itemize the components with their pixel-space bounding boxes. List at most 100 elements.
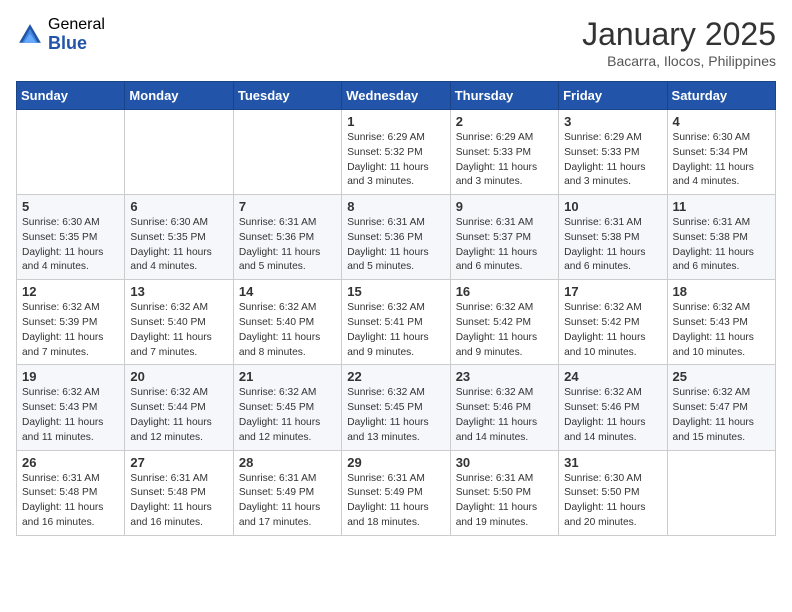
month-title: January 2025: [582, 16, 776, 53]
weekday-header: Tuesday: [233, 82, 341, 110]
calendar-cell: 15 Sunrise: 6:32 AM Sunset: 5:41 PM Dayli…: [342, 280, 450, 365]
weekday-header-row: SundayMondayTuesdayWednesdayThursdayFrid…: [17, 82, 776, 110]
calendar-cell: 26 Sunrise: 6:31 AM Sunset: 5:48 PM Dayli…: [17, 450, 125, 535]
day-info: Sunrise: 6:30 AM Sunset: 5:50 PM Dayligh…: [564, 472, 661, 531]
calendar-cell: 12 Sunrise: 6:32 AM Sunset: 5:39 PM Dayli…: [17, 280, 125, 365]
day-number: 6: [130, 199, 227, 214]
weekday-header: Friday: [559, 82, 667, 110]
day-info: Sunrise: 6:32 AM Sunset: 5:43 PM Dayligh…: [22, 386, 119, 445]
day-number: 28: [239, 455, 336, 470]
calendar-cell: 16 Sunrise: 6:32 AM Sunset: 5:42 PM Dayli…: [450, 280, 558, 365]
day-info: Sunrise: 6:32 AM Sunset: 5:43 PM Dayligh…: [673, 301, 770, 360]
weekday-header: Sunday: [17, 82, 125, 110]
day-info: Sunrise: 6:30 AM Sunset: 5:34 PM Dayligh…: [673, 131, 770, 190]
day-number: 3: [564, 114, 661, 129]
day-info: Sunrise: 6:31 AM Sunset: 5:38 PM Dayligh…: [564, 216, 661, 275]
day-number: 14: [239, 284, 336, 299]
calendar-cell: 20Sunrise: 6:32 AM Sunset: 5:44 PM Dayli…: [125, 365, 233, 450]
day-number: 19: [22, 369, 119, 384]
calendar-week-row: 5 Sunrise: 6:30 AM Sunset: 5:35 PM Daylig…: [17, 195, 776, 280]
calendar-cell: 13Sunrise: 6:32 AM Sunset: 5:40 PM Dayli…: [125, 280, 233, 365]
logo-general: General: [48, 16, 105, 34]
weekday-header: Saturday: [667, 82, 775, 110]
calendar-cell: 29 Sunrise: 6:31 AM Sunset: 5:49 PM Dayli…: [342, 450, 450, 535]
calendar-cell: 8Sunrise: 6:31 AM Sunset: 5:36 PM Daylig…: [342, 195, 450, 280]
day-number: 26: [22, 455, 119, 470]
day-number: 18: [673, 284, 770, 299]
day-info: Sunrise: 6:32 AM Sunset: 5:40 PM Dayligh…: [130, 301, 227, 360]
day-info: Sunrise: 6:31 AM Sunset: 5:38 PM Dayligh…: [673, 216, 770, 275]
day-info: Sunrise: 6:29 AM Sunset: 5:33 PM Dayligh…: [456, 131, 553, 190]
day-info: Sunrise: 6:32 AM Sunset: 5:40 PM Dayligh…: [239, 301, 336, 360]
day-info: Sunrise: 6:32 AM Sunset: 5:46 PM Dayligh…: [564, 386, 661, 445]
calendar-week-row: 26 Sunrise: 6:31 AM Sunset: 5:48 PM Dayli…: [17, 450, 776, 535]
calendar-cell: 31 Sunrise: 6:30 AM Sunset: 5:50 PM Dayli…: [559, 450, 667, 535]
day-number: 30: [456, 455, 553, 470]
day-info: Sunrise: 6:31 AM Sunset: 5:48 PM Dayligh…: [130, 472, 227, 531]
day-info: Sunrise: 6:31 AM Sunset: 5:49 PM Dayligh…: [347, 472, 444, 531]
calendar-cell: 23 Sunrise: 6:32 AM Sunset: 5:46 PM Dayli…: [450, 365, 558, 450]
calendar-cell: 3 Sunrise: 6:29 AM Sunset: 5:33 PM Daylig…: [559, 110, 667, 195]
calendar-week-row: 12 Sunrise: 6:32 AM Sunset: 5:39 PM Dayli…: [17, 280, 776, 365]
calendar-cell: 19 Sunrise: 6:32 AM Sunset: 5:43 PM Dayli…: [17, 365, 125, 450]
day-number: 22: [347, 369, 444, 384]
calendar-cell: 21 Sunrise: 6:32 AM Sunset: 5:45 PM Dayli…: [233, 365, 341, 450]
location: Bacarra, Ilocos, Philippines: [582, 53, 776, 69]
day-number: 10: [564, 199, 661, 214]
day-number: 29: [347, 455, 444, 470]
day-number: 23: [456, 369, 553, 384]
calendar-cell: 28 Sunrise: 6:31 AM Sunset: 5:49 PM Dayli…: [233, 450, 341, 535]
logo-text: General Blue: [48, 16, 105, 53]
day-number: 12: [22, 284, 119, 299]
day-info: Sunrise: 6:29 AM Sunset: 5:33 PM Dayligh…: [564, 131, 661, 190]
day-number: 11: [673, 199, 770, 214]
calendar-cell: 4Sunrise: 6:30 AM Sunset: 5:34 PM Daylig…: [667, 110, 775, 195]
day-number: 5: [22, 199, 119, 214]
day-number: 15: [347, 284, 444, 299]
day-number: 7: [239, 199, 336, 214]
day-number: 9: [456, 199, 553, 214]
day-info: Sunrise: 6:31 AM Sunset: 5:36 PM Dayligh…: [347, 216, 444, 275]
day-info: Sunrise: 6:31 AM Sunset: 5:49 PM Dayligh…: [239, 472, 336, 531]
calendar-cell: 27 Sunrise: 6:31 AM Sunset: 5:48 PM Dayli…: [125, 450, 233, 535]
day-info: Sunrise: 6:32 AM Sunset: 5:45 PM Dayligh…: [347, 386, 444, 445]
calendar-cell: 2 Sunrise: 6:29 AM Sunset: 5:33 PM Daylig…: [450, 110, 558, 195]
day-info: Sunrise: 6:31 AM Sunset: 5:36 PM Dayligh…: [239, 216, 336, 275]
weekday-header: Wednesday: [342, 82, 450, 110]
day-info: Sunrise: 6:32 AM Sunset: 5:42 PM Dayligh…: [456, 301, 553, 360]
calendar-cell: [17, 110, 125, 195]
calendar-week-row: 1Sunrise: 6:29 AM Sunset: 5:32 PM Daylig…: [17, 110, 776, 195]
day-info: Sunrise: 6:32 AM Sunset: 5:39 PM Dayligh…: [22, 301, 119, 360]
calendar-cell: 14 Sunrise: 6:32 AM Sunset: 5:40 PM Dayli…: [233, 280, 341, 365]
day-number: 2: [456, 114, 553, 129]
day-info: Sunrise: 6:32 AM Sunset: 5:46 PM Dayligh…: [456, 386, 553, 445]
day-number: 25: [673, 369, 770, 384]
day-number: 24: [564, 369, 661, 384]
day-info: Sunrise: 6:32 AM Sunset: 5:41 PM Dayligh…: [347, 301, 444, 360]
day-number: 21: [239, 369, 336, 384]
day-number: 17: [564, 284, 661, 299]
day-info: Sunrise: 6:30 AM Sunset: 5:35 PM Dayligh…: [22, 216, 119, 275]
day-number: 27: [130, 455, 227, 470]
day-info: Sunrise: 6:29 AM Sunset: 5:32 PM Dayligh…: [347, 131, 444, 190]
day-number: 16: [456, 284, 553, 299]
weekday-header: Monday: [125, 82, 233, 110]
day-info: Sunrise: 6:31 AM Sunset: 5:50 PM Dayligh…: [456, 472, 553, 531]
calendar-cell: 30 Sunrise: 6:31 AM Sunset: 5:50 PM Dayli…: [450, 450, 558, 535]
day-info: Sunrise: 6:32 AM Sunset: 5:45 PM Dayligh…: [239, 386, 336, 445]
day-info: Sunrise: 6:32 AM Sunset: 5:42 PM Dayligh…: [564, 301, 661, 360]
calendar-cell: 11 Sunrise: 6:31 AM Sunset: 5:38 PM Dayli…: [667, 195, 775, 280]
calendar-cell: [233, 110, 341, 195]
calendar-cell: [125, 110, 233, 195]
day-number: 31: [564, 455, 661, 470]
calendar-cell: 17 Sunrise: 6:32 AM Sunset: 5:42 PM Dayli…: [559, 280, 667, 365]
calendar-cell: 22 Sunrise: 6:32 AM Sunset: 5:45 PM Dayli…: [342, 365, 450, 450]
day-number: 20: [130, 369, 227, 384]
calendar-cell: [667, 450, 775, 535]
calendar-week-row: 19 Sunrise: 6:32 AM Sunset: 5:43 PM Dayli…: [17, 365, 776, 450]
calendar-cell: 10 Sunrise: 6:31 AM Sunset: 5:38 PM Dayli…: [559, 195, 667, 280]
title-block: January 2025 Bacarra, Ilocos, Philippine…: [582, 16, 776, 69]
logo-blue-text: Blue: [48, 34, 105, 54]
calendar-cell: 7 Sunrise: 6:31 AM Sunset: 5:36 PM Daylig…: [233, 195, 341, 280]
day-info: Sunrise: 6:31 AM Sunset: 5:48 PM Dayligh…: [22, 472, 119, 531]
